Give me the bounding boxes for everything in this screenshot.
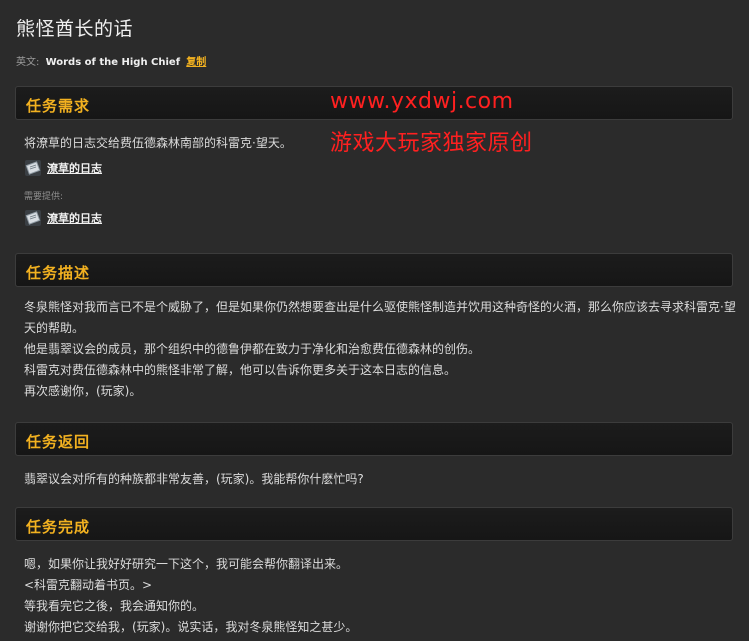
item-link[interactable]: 潦草的日志: [47, 162, 102, 175]
english-label: 英文:: [16, 57, 40, 68]
page-title: 熊怪酋长的话: [16, 18, 134, 40]
description-line: 天的帮助。: [24, 321, 85, 335]
complete-line: 谢谢你把它交给我，(玩家)。说实话，我对冬泉熊怪知之甚少。: [24, 620, 358, 634]
section-title-description: 任务描述: [26, 264, 91, 282]
requirement-text: 将潦草的日志交给费伍德森林南部的科雷克·望天。: [24, 136, 292, 150]
section-title-return: 任务返回: [26, 433, 91, 451]
return-text: 翡翠议会对所有的种族都非常友善，(玩家)。我能帮你什麽忙吗?: [24, 472, 364, 486]
book-icon: [25, 210, 41, 226]
book-icon: [25, 160, 41, 176]
complete-line: 等我看完它之後，我会通知你的。: [24, 599, 205, 613]
description-line: 冬泉熊怪对我而言已不是个威胁了，但是如果你仍然想要查出是什么驱使熊怪制造并饮用这…: [24, 300, 736, 314]
english-name-row: 英文: Words of the High Chief 复制: [16, 53, 206, 68]
copy-button[interactable]: 复制: [186, 57, 206, 68]
complete-line: <科雷克翻动着书页。>: [24, 578, 153, 592]
description-line: 科雷克对费伍德森林中的熊怪非常了解，他可以告诉你更多关于这本日志的信息。: [24, 363, 457, 377]
description-line: 再次感谢你，(玩家)。: [24, 384, 142, 398]
complete-text: 嗯，如果你让我好好研究一下这个，我可能会帮你翻译出来。 <科雷克翻动着书页。> …: [24, 554, 736, 638]
complete-line: 嗯，如果你让我好好研究一下这个，我可能会帮你翻译出来。: [24, 557, 349, 571]
section-header-description: 任务描述: [15, 253, 733, 287]
item-link[interactable]: 潦草的日志: [47, 212, 102, 225]
watermark-url: www.yxdwj.com: [330, 89, 514, 114]
requirement-item[interactable]: 潦草的日志: [25, 160, 102, 178]
section-header-return: 任务返回: [15, 422, 733, 456]
provided-item[interactable]: 潦草的日志: [25, 210, 102, 228]
description-line: 他是翡翠议会的成员，那个组织中的德鲁伊都在致力于净化和治愈费伍德森林的创伤。: [24, 342, 481, 356]
provide-label: 需要提供:: [24, 192, 64, 202]
description-text: 冬泉熊怪对我而言已不是个威胁了，但是如果你仍然想要查出是什么驱使熊怪制造并饮用这…: [24, 297, 736, 402]
section-header-complete: 任务完成: [15, 507, 733, 541]
section-title-requirement: 任务需求: [26, 97, 91, 115]
english-name: Words of the High Chief: [45, 57, 181, 68]
section-title-complete: 任务完成: [26, 518, 91, 536]
